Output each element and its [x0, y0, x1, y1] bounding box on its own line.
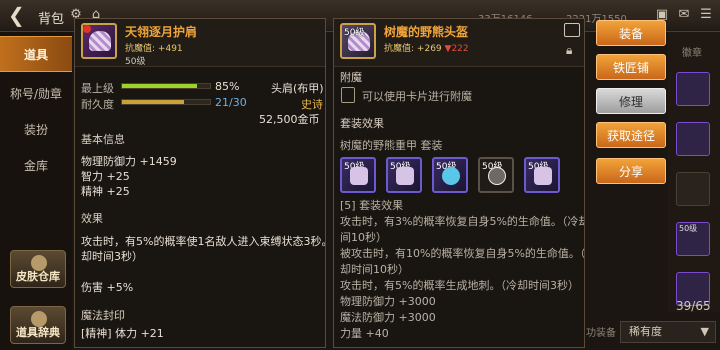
- set-piece-icon[interactable]: 50级: [524, 157, 560, 193]
- page-title: 背包: [38, 12, 65, 27]
- sell-price: 52,500金币: [259, 113, 320, 126]
- inventory-grid: 徽章 50级: [668, 32, 720, 312]
- set-effect-header: [5] 套装效果: [340, 199, 404, 212]
- set-piece-shape: [396, 167, 414, 185]
- slot-type: 头肩(布甲): [271, 82, 324, 95]
- set-effect-line: 间10秒）: [340, 231, 387, 244]
- new-badge-icon: [83, 25, 91, 33]
- set-piece-icon[interactable]: 50级: [432, 157, 468, 193]
- set-effect-line: 被攻击时，有10%的概率恢复自身5%的生命值。（冷: [340, 247, 585, 260]
- damage-line: 伤害 +5%: [81, 281, 134, 294]
- enchant-card-slot[interactable]: [341, 87, 355, 103]
- set-piece-shape: [534, 167, 552, 185]
- icon-level: 50级: [344, 28, 365, 38]
- equipped-item-name: 天翎逐月护肩: [125, 25, 198, 39]
- magic-seal-line: [精神] 体力 +21: [81, 327, 164, 340]
- shoulder-armor-icon: [81, 23, 117, 59]
- repair-button[interactable]: 修理: [596, 88, 666, 114]
- stat-diff: ▼222: [444, 44, 469, 54]
- effect-text: 却时间3秒）: [81, 250, 143, 263]
- stat-label: 抗魔值:: [125, 44, 156, 54]
- bottom-hint: 功装备: [586, 328, 616, 339]
- equipped-item-stat: 抗魔值: +491: [125, 41, 183, 54]
- sidebar: 道具 称号/勋章 装扮 金库 皮肤仓库 道具辞典: [0, 32, 72, 350]
- equipped-item-panel: 天翎逐月护肩 抗魔值: +491 50级 最上级 85% 头肩(布甲) 耐久度 …: [74, 18, 326, 348]
- durability-fill: [122, 100, 184, 104]
- enchant-text: 可以使用卡片进行附魔: [362, 90, 472, 103]
- effect-title: 效果: [81, 212, 103, 225]
- edit-icon[interactable]: [564, 23, 580, 37]
- set-piece-shape: [442, 167, 460, 185]
- compare-item-panel: 50级 树魔的野熊头盔 抗魔值: +269 ▼222 🔒︎ 附魔 可以使用卡片进…: [333, 18, 585, 348]
- back-arrow-icon[interactable]: ❮: [8, 4, 30, 26]
- stat-line: 智力 +25: [81, 170, 130, 183]
- chevron-down-icon: ▼: [700, 325, 709, 338]
- inventory-count: 39/65: [676, 299, 711, 313]
- inventory-tab-badges[interactable]: 徽章: [682, 44, 702, 59]
- compare-item-stat: 抗魔值: +269 ▼222: [384, 41, 469, 54]
- set-piece-shape: [350, 167, 368, 185]
- item-dictionary-label: 道具辞典: [16, 326, 60, 339]
- max-level-value: 85%: [215, 80, 240, 93]
- inventory-slot[interactable]: [676, 122, 710, 156]
- stat-value: +491: [157, 44, 183, 54]
- durability-label: 耐久度: [81, 98, 114, 111]
- inventory-slot[interactable]: [676, 72, 710, 106]
- enchant-title: 附魔: [340, 71, 362, 84]
- equip-button[interactable]: 装备: [596, 20, 666, 46]
- sort-dropdown[interactable]: 稀有度 ▼: [620, 321, 716, 343]
- set-effect-line: 魔法防御力 +3000: [340, 311, 436, 324]
- max-level-label: 最上级: [81, 82, 114, 95]
- set-piece-icon[interactable]: 50级: [478, 157, 514, 193]
- helmet-icon: 50级: [340, 23, 376, 59]
- equipped-item-header: 天翎逐月护肩 抗魔值: +491 50级: [75, 19, 325, 67]
- share-button[interactable]: 分享: [596, 158, 666, 184]
- blacksmith-button[interactable]: 铁匠铺: [596, 54, 666, 80]
- magic-seal-title: 魔法封印: [81, 309, 125, 322]
- set-effect-line: 却时间10秒）: [340, 263, 409, 276]
- sidebar-item-avatar[interactable]: 装扮: [0, 112, 72, 148]
- skin-warehouse-label: 皮肤仓库: [16, 270, 60, 283]
- set-effect-line: 力量 +40: [340, 327, 389, 340]
- stat-line: 物理防御力 +1459: [81, 155, 177, 168]
- sort-selected-value: 稀有度: [629, 325, 662, 338]
- equipped-item-level: 50级: [125, 57, 146, 67]
- sidebar-item-vault[interactable]: 金库: [0, 148, 72, 184]
- set-piece-icon[interactable]: 50级: [386, 157, 422, 193]
- menu-icon[interactable]: ☰: [698, 7, 714, 23]
- durability-bar: [121, 99, 211, 105]
- basic-info-title: 基本信息: [81, 133, 125, 146]
- effect-text: 攻击时，有5%的概率使1名敌人进入束缚状态3秒。（冷: [81, 235, 326, 248]
- set-effect-line: 攻击时，有3%的概率恢复自身5%的生命值。（冷却时: [340, 215, 585, 228]
- durability-value: 21/30: [215, 96, 247, 109]
- rarity-label: 史诗: [301, 98, 323, 111]
- stat-line: 精神 +25: [81, 185, 130, 198]
- item-dictionary-button[interactable]: 道具辞典: [10, 306, 66, 344]
- inventory-slot[interactable]: 50级: [676, 222, 710, 256]
- max-level-bar: [121, 83, 211, 89]
- inventory-slot[interactable]: [676, 172, 710, 206]
- set-piece-shape: [488, 167, 506, 185]
- stat-label: 抗魔值:: [384, 44, 415, 54]
- set-effect-title: 套装效果: [340, 117, 384, 130]
- set-effect-line: 攻击时，有5%的概率生成地刺。（冷却时间3秒）: [340, 279, 579, 292]
- skin-warehouse-button[interactable]: 皮肤仓库: [10, 250, 66, 288]
- sidebar-item-titles[interactable]: 称号/勋章: [0, 76, 72, 112]
- slot-level: 50级: [679, 224, 698, 233]
- obtain-source-button[interactable]: 获取途径: [596, 122, 666, 148]
- compare-item-name: 树魔的野熊头盔: [384, 25, 469, 39]
- lock-icon[interactable]: 🔒︎: [566, 43, 572, 58]
- mail-icon[interactable]: ✉: [676, 7, 692, 23]
- set-piece-icon[interactable]: 50级: [340, 157, 376, 193]
- stat-value: +269: [416, 44, 442, 54]
- sidebar-item-items[interactable]: 道具: [0, 36, 72, 72]
- max-level-fill: [122, 84, 197, 88]
- set-name: 树魔的野熊重甲 套装: [340, 139, 443, 152]
- compare-item-header: 50级 树魔的野熊头盔 抗魔值: +269 ▼222 🔒︎: [334, 19, 584, 67]
- set-effect-line: 物理防御力 +3000: [340, 295, 436, 308]
